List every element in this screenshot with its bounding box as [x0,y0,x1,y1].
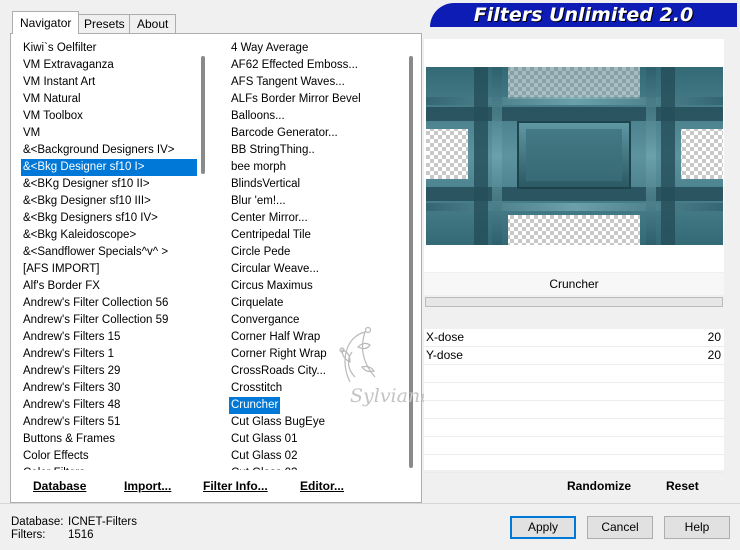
category-list-item[interactable]: &<Bkg Designer sf10 III> [21,193,197,210]
filter-list-item[interactable]: Cut Glass 02 [229,448,405,465]
status-filters-label: Filters: [11,529,46,541]
param-row[interactable]: X-dose 20 [424,329,724,347]
category-list-item[interactable]: Andrew's Filters 1 [21,346,197,363]
category-list-item[interactable]: VM Instant Art [21,74,197,91]
category-list-item[interactable]: Andrew's Filters 48 [21,397,197,414]
tab-presets[interactable]: Presets [76,14,133,33]
param-row-empty [424,383,724,401]
param-value[interactable]: 20 [708,347,721,364]
filter-list-item[interactable]: Cut Glass 01 [229,431,405,448]
selected-filter-name: Cruncher [424,273,724,295]
category-list-item[interactable]: &<Sandflower Specials^v^ > [21,244,197,261]
filter-info-button[interactable]: Filter Info... [203,479,268,493]
category-list-item[interactable]: &<Bkg Designer sf10 I> [21,159,197,176]
category-list-item[interactable]: VM [21,125,197,142]
category-list-item[interactable]: Andrew's Filter Collection 59 [21,312,197,329]
filter-list-item[interactable]: Cruncher [229,397,281,414]
filter-list-item[interactable]: Cut Glass 03 [229,465,405,470]
category-list[interactable]: Kiwi`s Oelfilter VM Extravaganza VM Instan… [21,40,197,470]
help-button[interactable]: Help [664,516,730,539]
category-list-item[interactable]: Andrew's Filters 51 [21,414,197,431]
category-list-item[interactable]: Andrew's Filters 15 [21,329,197,346]
category-list-item[interactable]: [AFS IMPORT] [21,261,197,278]
filter-list-item[interactable]: AF62 Effected Emboss... [229,57,405,74]
category-list-item[interactable]: Color Filters [21,465,197,470]
param-value[interactable]: 20 [708,329,721,346]
filter-list-item[interactable]: Centripedal Tile [229,227,405,244]
editor-button[interactable]: Editor... [300,479,344,493]
param-row-empty [424,365,724,383]
category-list-item[interactable]: Alf's Border FX [21,278,197,295]
category-list-item[interactable]: &<Bkg Designers sf10 IV> [21,210,197,227]
filter-list-item[interactable]: Balloons... [229,108,405,125]
app-title-banner: Filters Unlimited 2.0 [430,3,737,27]
watermark-text: Sylviane [350,385,431,407]
status-filters-value: 1516 [68,529,94,541]
filter-list-item[interactable]: Barcode Generator... [229,125,405,142]
status-database-value: ICNET-Filters [68,516,137,528]
param-row-empty [424,437,724,455]
category-list-item[interactable]: Color Effects [21,448,197,465]
category-list-item[interactable]: Andrew's Filter Collection 56 [21,295,197,312]
param-row-empty [424,401,724,419]
category-list-item[interactable]: VM Natural [21,91,197,108]
filter-list-item[interactable]: BB StringThing.. [229,142,405,159]
filter-list-item[interactable]: AFS Tangent Waves... [229,74,405,91]
filter-list-item[interactable]: Cut Glass BugEye [229,414,405,431]
filter-list-item[interactable]: Cirquelate [229,295,405,312]
footer-divider [0,503,740,504]
filter-list-item[interactable]: Center Mirror... [229,210,405,227]
tab-navigator[interactable]: Navigator [12,11,80,34]
category-list-item[interactable]: Buttons & Frames [21,431,197,448]
category-scroll-thumb[interactable] [201,56,205,174]
tab-about[interactable]: About [129,14,177,33]
randomize-button[interactable]: Randomize [567,479,631,493]
param-row-empty [424,419,724,437]
category-list-item[interactable]: VM Toolbox [21,108,197,125]
apply-button[interactable]: Apply [510,516,576,539]
preview-image [426,67,723,245]
database-button[interactable]: Database [33,479,86,493]
reset-button[interactable]: Reset [666,479,699,493]
category-list-item[interactable]: &<BKg Designer sf10 II> [21,176,197,193]
watermark-logo: Sylviane [320,322,440,412]
parameter-list: X-dose 20 Y-dose 20 [424,329,724,473]
param-name: X-dose [426,330,465,344]
category-list-item[interactable]: &<Bkg Kaleidoscope> [21,227,197,244]
category-list-item[interactable]: Andrew's Filters 30 [21,380,197,397]
param-row[interactable]: Y-dose 20 [424,347,724,365]
filter-list-item[interactable]: Circle Pede [229,244,405,261]
filter-list-item[interactable]: Circular Weave... [229,261,405,278]
filter-list-item[interactable]: Blur 'em!... [229,193,405,210]
progress-bar [425,297,723,307]
status-database-label: Database: [11,516,64,528]
cancel-button[interactable]: Cancel [587,516,653,539]
category-list-item[interactable]: &<Background Designers IV> [21,142,197,159]
filter-list-item[interactable]: Circus Maximus [229,278,405,295]
param-name: Y-dose [426,348,463,362]
category-list-item[interactable]: Andrew's Filters 29 [21,363,197,380]
category-list-item[interactable]: VM Extravaganza [21,57,197,74]
category-scrollbar[interactable] [201,40,205,470]
import-button[interactable]: Import... [124,479,171,493]
filter-list-item[interactable]: ALFs Border Mirror Bevel [229,91,405,108]
filter-list-item[interactable]: 4 Way Average [229,40,405,57]
filter-list-item[interactable]: bee morph [229,159,405,176]
param-row-empty [424,455,724,473]
category-list-item[interactable]: Kiwi`s Oelfilter [21,40,197,57]
filter-list-item[interactable]: BlindsVertical [229,176,405,193]
